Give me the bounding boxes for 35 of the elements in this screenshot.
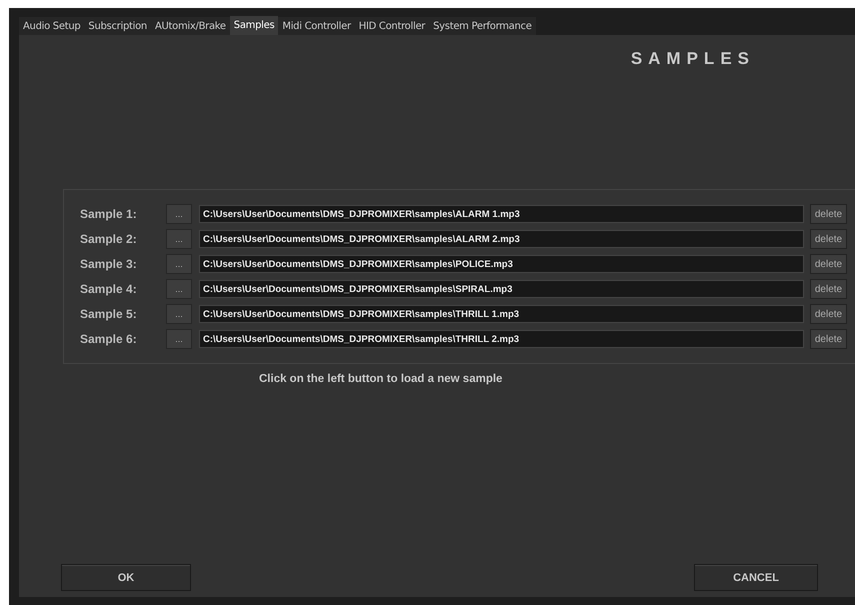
path-field[interactable]: C:\Users\User\Documents\DMS_DJPROMIXER\samples\POLICE.mp3 (199, 255, 804, 273)
browse-button[interactable]: ... (166, 229, 192, 249)
browse-button[interactable]: ... (166, 279, 192, 299)
sample-label: Sample 4: (80, 282, 138, 296)
delete-button[interactable]: delete (810, 229, 847, 249)
browse-button[interactable]: ... (166, 304, 192, 324)
tab[interactable]: AUtomix/Brake (150, 17, 230, 35)
tab[interactable]: Midi Controller (278, 17, 355, 35)
ok-button[interactable]: OK (61, 564, 191, 591)
delete-button[interactable]: delete (810, 254, 847, 274)
browse-button[interactable]: ... (166, 254, 192, 274)
path-field[interactable]: C:\Users\User\Documents\DMS_DJPROMIXER\samples\ALARM 1.mp3 (199, 205, 804, 223)
tab[interactable]: Subscription (84, 17, 151, 35)
browse-button[interactable]: ... (166, 204, 192, 224)
delete-button[interactable]: delete (810, 204, 847, 224)
sample-label: Sample 3: (80, 257, 138, 271)
path-field[interactable]: C:\Users\User\Documents\DMS_DJPROMIXER\samples\THRILL 1.mp3 (199, 305, 804, 323)
delete-button[interactable]: delete (810, 279, 847, 299)
sample-label: Sample 2: (80, 232, 138, 246)
delete-button[interactable]: delete (810, 304, 847, 324)
path-field[interactable]: C:\Users\User\Documents\DMS_DJPROMIXER\samples\THRILL 2.mp3 (199, 330, 804, 348)
sample-label: Sample 5: (80, 307, 138, 321)
path-field[interactable]: C:\Users\User\Documents\DMS_DJPROMIXER\samples\SPIRAL.mp3 (199, 280, 804, 298)
cancel-button[interactable]: CANCEL (694, 564, 818, 591)
path-field[interactable]: C:\Users\User\Documents\DMS_DJPROMIXER\samples\ALARM 2.mp3 (199, 230, 804, 248)
tab[interactable]: Audio Setup (19, 17, 84, 35)
page-title: SAMPLES (630, 49, 755, 69)
sample-label: Sample 1: (80, 207, 138, 221)
hint-text: Click on the left button to load a new sample (259, 373, 504, 385)
tab[interactable]: System Performance (429, 17, 536, 35)
sample-label: Sample 6: (80, 332, 138, 346)
browse-button[interactable]: ... (166, 329, 192, 349)
delete-button[interactable]: delete (810, 329, 847, 349)
tab[interactable]: HID Controller (354, 17, 430, 35)
tab[interactable]: Samples (230, 16, 278, 35)
